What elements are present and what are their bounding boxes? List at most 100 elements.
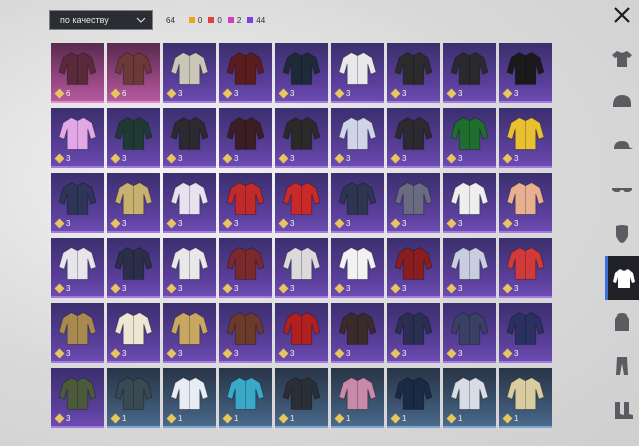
jacket-icon — [450, 247, 489, 280]
inventory-item[interactable]: 3 — [387, 108, 440, 168]
inventory-item[interactable]: 3 — [331, 303, 384, 363]
diamond-icon — [446, 413, 457, 424]
inventory-item[interactable]: 3 — [331, 43, 384, 103]
inventory-item[interactable]: 3 — [499, 303, 552, 363]
diamond-icon — [446, 283, 457, 294]
sidebar-tab-helmet[interactable] — [605, 80, 639, 124]
jacket-icon — [394, 247, 433, 280]
item-count-badge: 3 — [278, 348, 294, 359]
inventory-item[interactable]: 1 — [443, 368, 496, 428]
purple-swatch — [247, 17, 254, 23]
inventory-item[interactable]: 3 — [387, 173, 440, 233]
item-count: 3 — [178, 219, 183, 228]
diamond-icon — [166, 218, 177, 229]
inventory-item[interactable]: 3 — [107, 173, 160, 233]
sidebar-tab-glasses[interactable] — [605, 168, 639, 212]
inventory-item[interactable]: 1 — [387, 368, 440, 428]
inventory-item[interactable]: 3 — [331, 108, 384, 168]
inventory-item[interactable]: 3 — [219, 43, 272, 103]
item-count-badge: 3 — [54, 283, 71, 294]
inventory-item[interactable]: 3 — [387, 238, 440, 298]
item-count-badge: 3 — [502, 88, 518, 99]
diamond-icon — [390, 153, 401, 164]
inventory-item[interactable]: 3 — [51, 173, 104, 233]
jacket-icon — [226, 247, 265, 280]
sidebar-tab-boots[interactable] — [605, 388, 639, 432]
sidebar-tab-cap[interactable] — [605, 124, 639, 168]
item-count: 3 — [234, 154, 239, 163]
sidebar-tab-shirt[interactable] — [605, 36, 639, 80]
inventory-item[interactable]: 3 — [499, 173, 552, 233]
sidebar-tab-backpack[interactable] — [605, 300, 639, 344]
inventory-item[interactable]: 3 — [275, 303, 328, 363]
inventory-item[interactable]: 3 — [219, 303, 272, 363]
inventory-item[interactable]: 3 — [443, 43, 496, 103]
inventory-item[interactable]: 3 — [499, 238, 552, 298]
item-count: 3 — [66, 284, 71, 293]
sidebar-tab-jacket[interactable] — [605, 256, 639, 300]
inventory-item[interactable]: 3 — [163, 173, 216, 233]
inventory-item[interactable]: 3 — [51, 368, 104, 428]
item-count-badge: 3 — [446, 218, 463, 229]
inventory-item[interactable]: 3 — [387, 303, 440, 363]
jacket-icon — [394, 52, 433, 85]
diamond-icon — [278, 218, 289, 229]
inventory-item[interactable]: 3 — [163, 238, 216, 298]
item-count: 3 — [346, 349, 351, 358]
inventory-item[interactable]: 3 — [443, 303, 496, 363]
close-icon[interactable] — [611, 4, 633, 26]
sort-dropdown-label: по качеству — [60, 15, 109, 25]
inventory-item[interactable]: 1 — [275, 368, 328, 428]
item-count: 3 — [402, 154, 407, 163]
inventory-item[interactable]: 1 — [499, 368, 552, 428]
inventory-item[interactable]: 3 — [219, 173, 272, 233]
inventory-item[interactable]: 6 — [51, 43, 104, 103]
inventory-item[interactable]: 3 — [107, 238, 160, 298]
item-count: 3 — [458, 219, 463, 228]
sort-dropdown[interactable]: по качеству — [49, 10, 153, 30]
inventory-item[interactable]: 3 — [219, 238, 272, 298]
inventory-item[interactable]: 6 — [107, 43, 160, 103]
inventory-item[interactable]: 3 — [107, 108, 160, 168]
inventory-item[interactable]: 1 — [107, 368, 160, 428]
inventory-item[interactable]: 3 — [163, 43, 216, 103]
inventory-item[interactable]: 3 — [51, 108, 104, 168]
inventory-item[interactable]: 3 — [443, 108, 496, 168]
inventory-item[interactable]: 1 — [331, 368, 384, 428]
jacket-icon — [282, 52, 321, 85]
inventory-item[interactable]: 3 — [499, 108, 552, 168]
item-count: 3 — [346, 284, 351, 293]
jacket-icon — [170, 247, 209, 280]
inventory-item[interactable]: 3 — [387, 43, 440, 103]
rarity-count-orange: 0 — [188, 16, 202, 25]
item-count: 3 — [290, 284, 295, 293]
diamond-icon — [222, 283, 233, 294]
inventory-item[interactable]: 3 — [499, 43, 552, 103]
inventory-item[interactable]: 3 — [443, 238, 496, 298]
inventory-item[interactable]: 3 — [51, 303, 104, 363]
diamond-icon — [502, 218, 513, 229]
item-count-badge: 3 — [54, 413, 70, 424]
inventory-item[interactable]: 3 — [275, 108, 328, 168]
sidebar-tab-pants[interactable] — [605, 344, 639, 388]
inventory-item[interactable]: 1 — [163, 368, 216, 428]
jacket-icon — [58, 117, 97, 150]
item-count: 3 — [66, 219, 71, 228]
inventory-item[interactable]: 3 — [219, 108, 272, 168]
item-count-badge: 1 — [222, 413, 238, 424]
item-count-badge: 3 — [110, 283, 126, 294]
inventory-item[interactable]: 3 — [51, 238, 104, 298]
inventory-item[interactable]: 3 — [331, 238, 384, 298]
inventory-item[interactable]: 3 — [163, 108, 216, 168]
sidebar-tab-mask[interactable] — [605, 212, 639, 256]
inventory-item[interactable]: 3 — [275, 173, 328, 233]
inventory-item[interactable]: 3 — [275, 43, 328, 103]
item-count: 1 — [458, 414, 463, 423]
inventory-item[interactable]: 3 — [163, 303, 216, 363]
inventory-item[interactable]: 3 — [107, 303, 160, 363]
inventory-item[interactable]: 3 — [331, 173, 384, 233]
inventory-item[interactable]: 1 — [219, 368, 272, 428]
jacket-icon — [114, 312, 153, 345]
inventory-item[interactable]: 3 — [275, 238, 328, 298]
inventory-item[interactable]: 3 — [443, 173, 496, 233]
